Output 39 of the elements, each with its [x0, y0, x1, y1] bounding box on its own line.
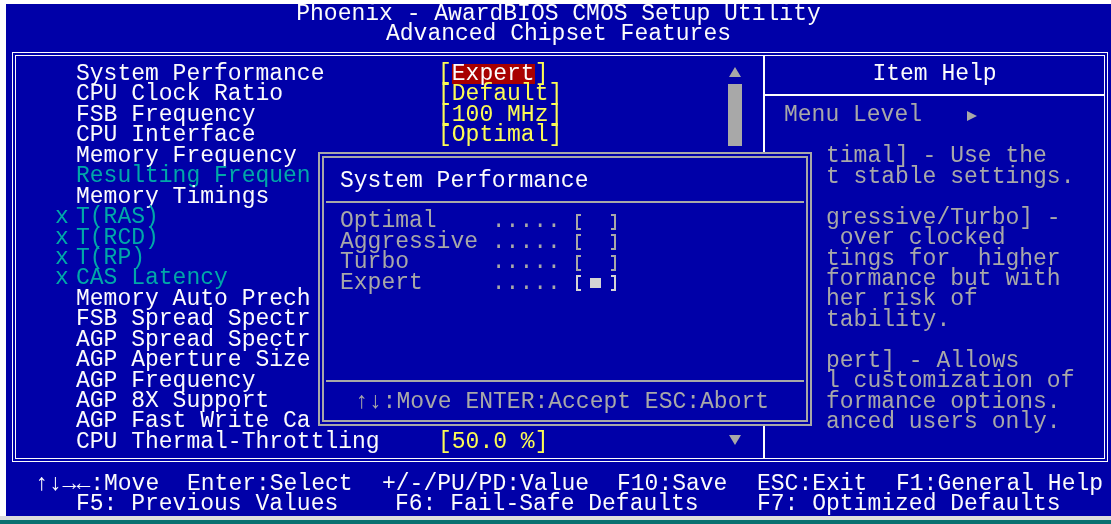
menu-level-label: Menu Level [784, 105, 923, 126]
radio-icon[interactable] [574, 253, 617, 272]
unavailable-mark: x [55, 247, 70, 269]
scroll-up-icon [728, 66, 742, 78]
key-hint: F5: Previous Values [76, 494, 339, 515]
radio-icon[interactable] [574, 274, 617, 292]
setting-value[interactable]: Default [451, 84, 549, 105]
setting-label[interactable]: CPU Interface [76, 125, 438, 146]
help-text: t stable settings. [826, 166, 1075, 188]
radio-icon[interactable] [574, 212, 617, 231]
scrollbar-thumb[interactable] [728, 84, 742, 146]
key-hint: ↑↓→←:Move [35, 474, 160, 495]
key-hint: F6: Fail-Safe Defaults [395, 494, 699, 515]
window-subtitle: Advanced Chipset Features [385, 24, 732, 45]
unavailable-mark: x [55, 268, 70, 289]
help-text: anced users only. [826, 412, 1061, 433]
setting-value[interactable]: 50.0 % [451, 431, 535, 453]
option-label[interactable]: Turbo [340, 252, 492, 273]
radio-icon[interactable] [574, 233, 617, 252]
setting-value[interactable]: Optimal [451, 125, 549, 146]
bracket-mark: ] [534, 431, 549, 453]
setting-label[interactable]: CPU Clock Ratio [76, 84, 438, 105]
dot-leader: ..... [491, 231, 561, 253]
dialog-title: System Performance [339, 167, 589, 192]
help-title: Item Help [765, 56, 1104, 97]
option-label[interactable]: Expert [340, 272, 492, 294]
dialog-hint: ↑↓:Move ENTER:Accept ESC:Abort [354, 387, 770, 412]
unavailable-mark: x [55, 227, 70, 248]
help-text: tability. [826, 309, 951, 331]
bracket-mark: [ [438, 431, 452, 453]
scroll-down-icon [728, 434, 742, 446]
dot-leader: ..... [491, 211, 561, 232]
setting-label[interactable]: CPU Thermal-Throttling [76, 431, 438, 453]
level-arrow-icon [966, 109, 979, 122]
unavailable-mark: x [55, 207, 70, 228]
dot-leader: ..... [491, 272, 561, 294]
dot-leader: ..... [491, 252, 561, 273]
key-hint: F7: Optimized Defaults [757, 494, 1061, 515]
bracket-mark: ] [548, 125, 563, 146]
